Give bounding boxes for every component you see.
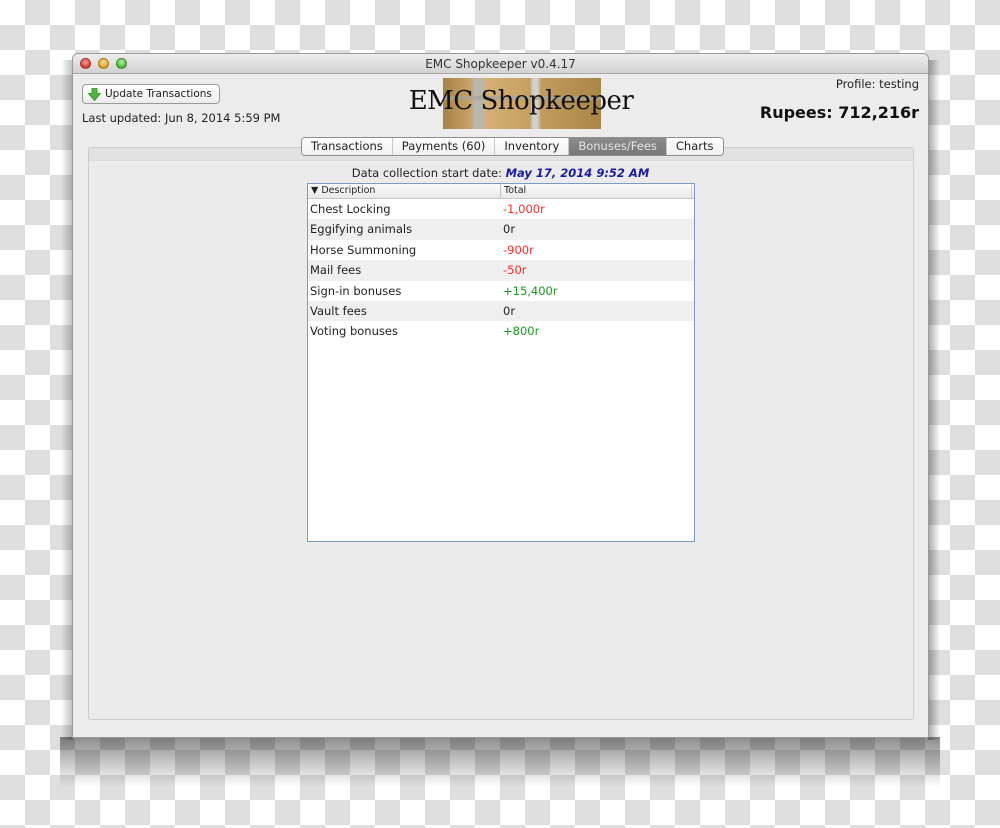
- row-description: Vault fees: [310, 303, 367, 318]
- column-header-total[interactable]: Total: [501, 184, 692, 198]
- table-row[interactable]: Sign-in bonuses +15,400r: [308, 281, 694, 301]
- app-window: EMC Shopkeeper v0.4.17 Update Transactio…: [73, 54, 928, 737]
- row-description: Voting bonuses: [310, 324, 398, 339]
- start-date-label: Data collection start date:: [351, 166, 502, 180]
- profile-label: Profile: testing: [835, 77, 919, 91]
- window-shadow-left: [61, 60, 73, 740]
- row-total: +15,400r: [503, 283, 558, 298]
- table-header: ▼ Description Total: [308, 184, 694, 199]
- window-shadow-right: [928, 60, 940, 740]
- rupees-balance: Rupees: 712,216r: [759, 103, 919, 122]
- update-transactions-button[interactable]: Update Transactions: [82, 84, 220, 104]
- row-description: Horse Summoning: [310, 242, 417, 257]
- table-row[interactable]: Mail fees -50r: [308, 260, 694, 281]
- row-total: -50r: [503, 263, 527, 278]
- table-body: Chest Locking -1,000r Eggifying animals 0r H…: [308, 199, 694, 342]
- tab-payments[interactable]: Payments (60): [392, 138, 496, 155]
- tab-transactions[interactable]: Transactions: [302, 138, 393, 155]
- tab-charts[interactable]: Charts: [666, 138, 723, 155]
- column-header-description[interactable]: ▼ Description: [308, 184, 501, 198]
- table-row[interactable]: Chest Locking -1,000r: [308, 199, 694, 219]
- row-total: +800r: [503, 324, 540, 339]
- download-arrow-icon: [88, 87, 101, 101]
- title-bar[interactable]: EMC Shopkeeper v0.4.17: [73, 54, 928, 74]
- start-date-value: May 17, 2014 9:52 AM: [505, 166, 650, 180]
- table-row[interactable]: Voting bonuses +800r: [308, 321, 694, 341]
- row-description: Mail fees: [310, 263, 362, 278]
- update-transactions-label: Update Transactions: [105, 88, 212, 100]
- table-row[interactable]: Vault fees 0r: [308, 300, 694, 322]
- tab-bar: Transactions Payments (60) Inventory Bon…: [301, 137, 724, 156]
- table-row[interactable]: Horse Summoning -900r: [308, 240, 694, 260]
- row-total: 0r: [503, 222, 516, 237]
- window-shadow-bottom: [60, 737, 940, 787]
- tab-bonuses-fees[interactable]: Bonuses/Fees: [569, 138, 667, 155]
- window-title: EMC Shopkeeper v0.4.17: [425, 57, 576, 71]
- app-logo-text: EMC Shopkeeper: [408, 86, 634, 116]
- data-collection-start: Data collection start date: May 17, 2014…: [73, 166, 928, 180]
- last-updated-text: Last updated: Jun 8, 2014 5:59 PM: [82, 111, 281, 125]
- row-description: Chest Locking: [310, 202, 391, 216]
- table-row[interactable]: Eggifying animals 0r: [308, 219, 694, 240]
- row-description: Sign-in bonuses: [310, 283, 402, 298]
- row-total: 0r: [503, 303, 516, 318]
- row-description: Eggifying animals: [310, 222, 413, 237]
- tab-inventory[interactable]: Inventory: [495, 138, 570, 155]
- bonuses-fees-table: ▼ Description Total Chest Locking -1,000r…: [307, 183, 695, 542]
- row-total: -900r: [503, 242, 534, 257]
- row-total: -1,000r: [503, 202, 545, 216]
